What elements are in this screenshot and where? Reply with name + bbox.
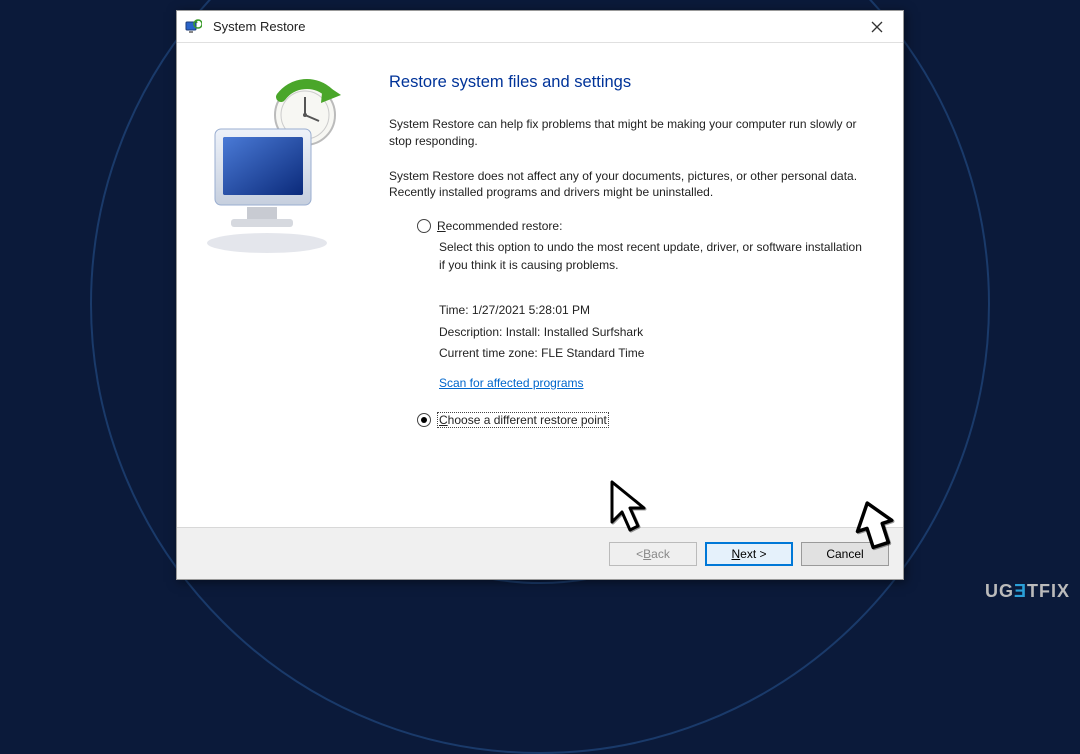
watermark: UGƎTFIX <box>985 581 1070 602</box>
restore-time: Time: 1/27/2021 5:28:01 PM <box>439 300 869 322</box>
titlebar: System Restore <box>177 11 903 43</box>
restore-timezone: Current time zone: FLE Standard Time <box>439 343 869 365</box>
system-restore-window: System Restore <box>176 10 904 580</box>
close-icon <box>871 21 883 33</box>
option-recommended: Recommended restore: Select this option … <box>417 219 869 394</box>
intro-paragraph-2: System Restore does not affect any of yo… <box>389 168 869 202</box>
radio-different-label[interactable]: Choose a different restore point <box>437 412 609 428</box>
radio-recommended-label[interactable]: Recommended restore: <box>437 219 562 233</box>
next-button[interactable]: Next > <box>705 542 793 566</box>
wizard-footer: < Back Next > Cancel <box>177 527 903 579</box>
radio-recommended[interactable] <box>417 219 431 233</box>
system-restore-icon <box>183 17 203 37</box>
page-heading: Restore system files and settings <box>389 73 869 92</box>
radio-different[interactable] <box>417 413 431 427</box>
window-title: System Restore <box>213 19 305 34</box>
scan-affected-link[interactable]: Scan for affected programs <box>439 373 584 395</box>
intro-paragraph-1: System Restore can help fix problems tha… <box>389 116 869 150</box>
close-button[interactable] <box>857 13 897 41</box>
option-different: Choose a different restore point <box>417 412 869 428</box>
main-content: Restore system files and settings System… <box>377 43 903 527</box>
restore-description: Description: Install: Installed Surfshar… <box>439 322 869 344</box>
sidebar-illustration <box>177 43 377 527</box>
recommended-description: Select this option to undo the most rece… <box>417 239 869 274</box>
cancel-button[interactable]: Cancel <box>801 542 889 566</box>
back-button: < Back <box>609 542 697 566</box>
